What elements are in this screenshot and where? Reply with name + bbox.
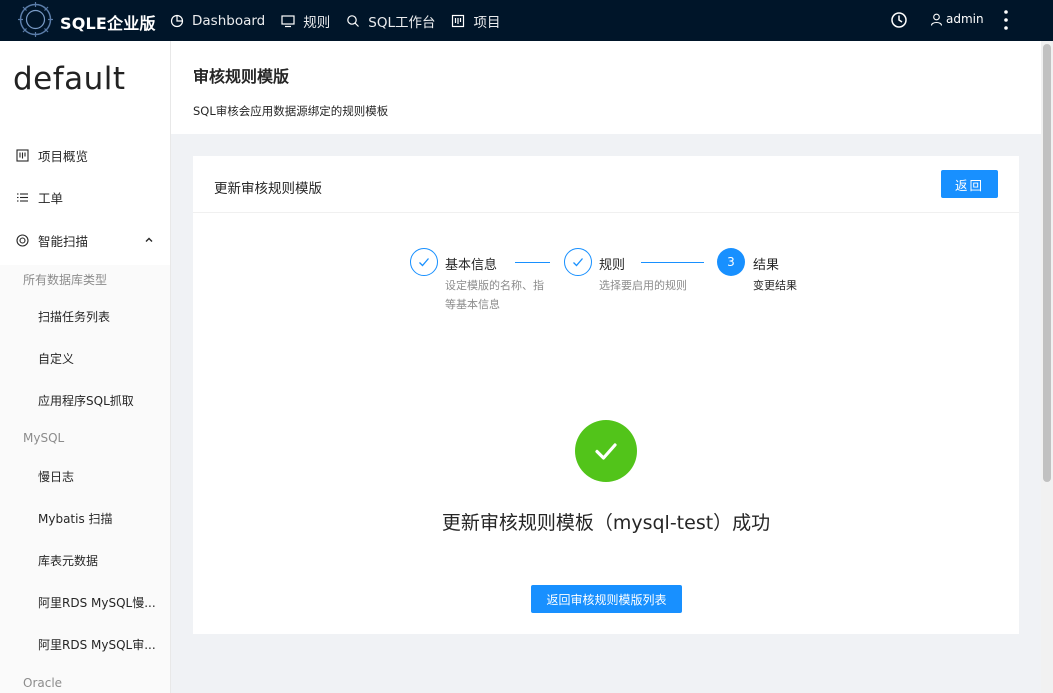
search-icon [347, 14, 360, 27]
sidebar-item-label: 工单 [38, 190, 64, 206]
step-2-check-icon [564, 248, 592, 276]
page-header: 审核规则模版 SQL审核会应用数据源绑定的规则模板 [171, 41, 1041, 134]
page-description: SQL审核会应用数据源绑定的规则模板 [193, 104, 389, 118]
submenu-item[interactable]: Mybatis 扫描 [38, 510, 113, 527]
submenu-item[interactable]: 库表元数据 [38, 552, 98, 569]
submenu-item[interactable]: 自定义 [38, 350, 74, 367]
user-menu[interactable]: admin [930, 12, 984, 26]
submenu-item[interactable]: 阿里RDS MySQL审... [38, 636, 156, 653]
project-icon [452, 14, 465, 27]
username: admin [946, 12, 984, 26]
submenu-group-title: 所有数据库类型 [23, 273, 108, 287]
brand-title[interactable]: SQLE企业版 [60, 10, 156, 34]
sidebar-item-smart-scan[interactable]: 智能扫描 [0, 220, 170, 260]
sqle-logo-icon[interactable] [17, 1, 54, 38]
scan-icon [16, 233, 29, 247]
top-navigation-bar: SQLE企业版 Dashboard 规则 SQL工作台 项目 admin [0, 0, 1053, 41]
nav-item-sql-workbench[interactable]: SQL工作台 [346, 11, 435, 31]
submenu-group-title: Oracle [23, 676, 63, 690]
scrollbar-thumb[interactable] [1043, 44, 1051, 482]
result-message: 更新审核规则模板（mysql-test）成功 [441, 512, 771, 534]
submenu-group-title: MySQL [23, 431, 65, 445]
nav-item-label: 规则 [303, 14, 331, 31]
step-2-desc-line: 选择要启用的规则 [599, 279, 687, 292]
back-to-template-list-button[interactable]: 返回审核规则模版列表 [531, 585, 682, 613]
step-1-desc-line: 等基本信息 [445, 298, 500, 311]
step-connector [641, 262, 704, 263]
step-2-title: 规则 [599, 258, 626, 273]
step-3-number: 3 [717, 248, 745, 276]
user-icon [930, 13, 943, 26]
card-header: 更新审核规则模版 返回 [193, 156, 1019, 213]
step-1-title: 基本信息 [445, 258, 498, 273]
submenu-item[interactable]: 扫描任务列表 [38, 308, 110, 325]
update-template-card: 更新审核规则模版 返回 基本信息 设定模版的名称、指 等基本信息 规则 选择要启… [193, 156, 1019, 634]
submenu-item[interactable]: 慢日志 [38, 468, 74, 485]
sidebar-item-overview[interactable]: 项目概览 [0, 135, 170, 175]
smart-scan-submenu: 所有数据库类型 扫描任务列表 自定义 应用程序SQL抓取 MySQL 慢日志 M… [0, 265, 170, 693]
step-1-description: 设定模版的名称、指 等基本信息 [445, 276, 549, 314]
project-icon [16, 148, 29, 162]
card-title: 更新审核规则模版 [214, 181, 322, 197]
step-3-description: 变更结果 [753, 276, 797, 295]
main-nav: Dashboard 规则 SQL工作台 项目 [170, 0, 516, 41]
sidebar-item-orders[interactable]: 工单 [0, 177, 170, 217]
project-name: default [13, 61, 126, 97]
sidebar-item-label: 项目概览 [38, 148, 89, 164]
step-3-title: 结果 [753, 258, 780, 273]
chevron-up-icon [145, 237, 153, 242]
back-button[interactable]: 返回 [941, 170, 998, 198]
submenu-item[interactable]: 阿里RDS MySQL慢... [38, 594, 156, 611]
nav-item-rules[interactable]: 规则 [281, 11, 330, 31]
submenu-item[interactable]: 应用程序SQL抓取 [38, 392, 134, 409]
step-1-check-icon [410, 248, 438, 276]
nav-item-label: 项目 [473, 14, 501, 31]
step-connector [515, 262, 550, 263]
step-1-desc-line: 设定模版的名称、指 [445, 279, 544, 292]
sidebar-item-label: 智能扫描 [38, 233, 89, 249]
monitor-icon [281, 14, 295, 27]
more-vertical-icon[interactable] [1001, 8, 1011, 32]
nav-item-label: SQL工作台 [368, 14, 436, 31]
nav-item-dashboard[interactable]: Dashboard [170, 13, 265, 29]
nav-item-label: Dashboard [192, 12, 266, 29]
list-icon [17, 192, 28, 202]
pie-chart-icon [170, 14, 184, 27]
nav-item-projects[interactable]: 项目 [451, 11, 500, 31]
sidebar: default 项目概览 工单 智能扫描 所有数据库类型 扫描任务列表 自定义 … [0, 41, 171, 693]
step-3-desc-line: 变更结果 [753, 279, 797, 292]
page-title: 审核规则模版 [193, 67, 290, 86]
clock-icon[interactable] [890, 11, 908, 29]
success-check-icon [575, 420, 637, 482]
step-2-description: 选择要启用的规则 [599, 276, 687, 295]
